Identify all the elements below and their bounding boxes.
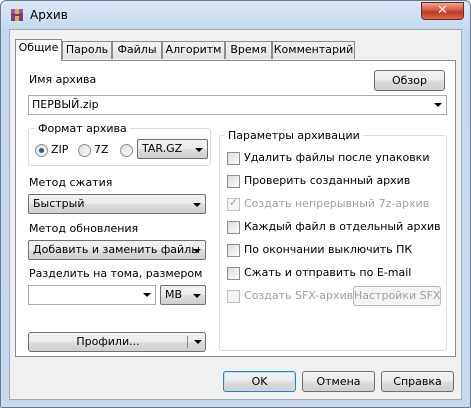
chevron-down-icon[interactable] [434,103,442,107]
split-unit-value: MB [165,288,183,301]
archive-name-input[interactable]: ПЕРВЫЙ.zip [28,95,447,115]
compression-select[interactable]: Быстрый [28,194,206,214]
tab-label: Время [230,43,267,56]
params-group-title: Параметры архивации [225,129,363,142]
close-icon: ✕ [437,3,448,18]
check-mark-icon: ✓ [229,196,239,209]
help-button[interactable]: Справка [381,371,454,392]
chevron-down-icon[interactable] [143,293,151,297]
dialog-client: Общие Пароль Файлы Алгоритм Время Коммен… [9,29,462,400]
tab-label: Общие [18,41,59,54]
compression-label: Метод сжатия [29,176,113,189]
compression-value: Быстрый [33,197,85,210]
profiles-button[interactable]: Профили... [28,332,206,352]
ok-button[interactable]: OK [223,371,296,392]
split-label: Разделить на тома, размером [29,267,203,280]
tab-label: Комментарий [273,43,354,56]
tab-label: Пароль [65,43,109,56]
general-tab-panel: Имя архива Обзор ПЕРВЫЙ.zip Формат архив… [15,60,456,357]
tab-time[interactable]: Время [225,41,272,59]
targz-value: TAR.GZ [142,142,183,155]
checkbox-each-file[interactable] [227,221,240,234]
radio-7z-label[interactable]: 7Z [94,143,109,156]
tab-algorithm[interactable]: Алгоритм [162,41,225,59]
tab-password[interactable]: Пароль [62,41,112,59]
radio-7z[interactable] [78,144,91,157]
checkbox-shutdown[interactable] [227,244,240,257]
archive-name-value: ПЕРВЫЙ.zip [32,98,99,111]
tab-label: Файлы [117,43,157,56]
checkbox-delete-after[interactable] [227,152,240,165]
format-group-title: Формат архива [35,122,130,135]
browse-button[interactable]: Обзор [374,70,445,91]
update-method-label: Метод обновления [29,222,139,235]
update-method-select[interactable]: Добавить и заменить файлы [28,240,206,260]
split-divider [187,336,188,348]
split-unit-select[interactable]: MB [160,285,206,305]
tab-general[interactable]: Общие [15,39,62,61]
tab-files[interactable]: Файлы [112,41,162,59]
tab-comment[interactable]: Комментарий [272,41,355,59]
radio-zip-label[interactable]: ZIP [51,143,68,156]
archive-app-icon [11,9,23,21]
radio-targz[interactable] [120,144,133,157]
checkbox-email-label[interactable]: Сжать и отправить по E-mail [244,266,411,279]
checkbox-delete-after-label[interactable]: Удалить файлы после упаковки [244,151,429,164]
tab-label: Алгоритм [165,43,222,56]
sfx-settings-button[interactable]: Настройки SFX [353,286,441,306]
targz-select[interactable]: TAR.GZ [137,139,208,159]
update-method-value: Добавить и заменить файлы [33,243,200,256]
chevron-down-icon [194,340,202,344]
chevron-down-icon [195,148,203,152]
archive-name-label: Имя архива [29,73,97,86]
profiles-label: Профили... [76,335,140,348]
checkbox-verify-label[interactable]: Проверить созданный архив [244,174,410,187]
close-button[interactable]: ✕ [421,2,464,20]
chevron-down-icon [193,294,201,298]
chevron-down-icon [193,203,201,207]
checkbox-sfx[interactable] [227,290,240,303]
checkbox-email[interactable] [227,267,240,280]
checkbox-shutdown-label[interactable]: По окончании выключить ПК [244,243,412,256]
checkbox-each-file-label[interactable]: Каждый файл в отдельный архив [244,220,441,233]
title-bar[interactable]: Архив ✕ [1,1,470,29]
radio-selected-dot [39,148,44,153]
checkbox-sfx-label[interactable]: Создать SFX-архив [244,289,353,302]
cancel-button[interactable]: Отмена [302,371,375,392]
checkbox-verify[interactable] [227,175,240,188]
radio-zip[interactable] [35,144,48,157]
chevron-down-icon [193,249,201,253]
archive-dialog: Архив ✕ Общие Пароль Файлы Алгоритм Врем… [0,0,471,408]
checkbox-solid-7z[interactable]: ✓ [227,196,240,211]
window-title: Архив [30,8,68,22]
checkbox-solid-7z-label[interactable]: Создать непрерывный 7z-архив [244,197,429,210]
split-size-input[interactable] [28,285,156,305]
